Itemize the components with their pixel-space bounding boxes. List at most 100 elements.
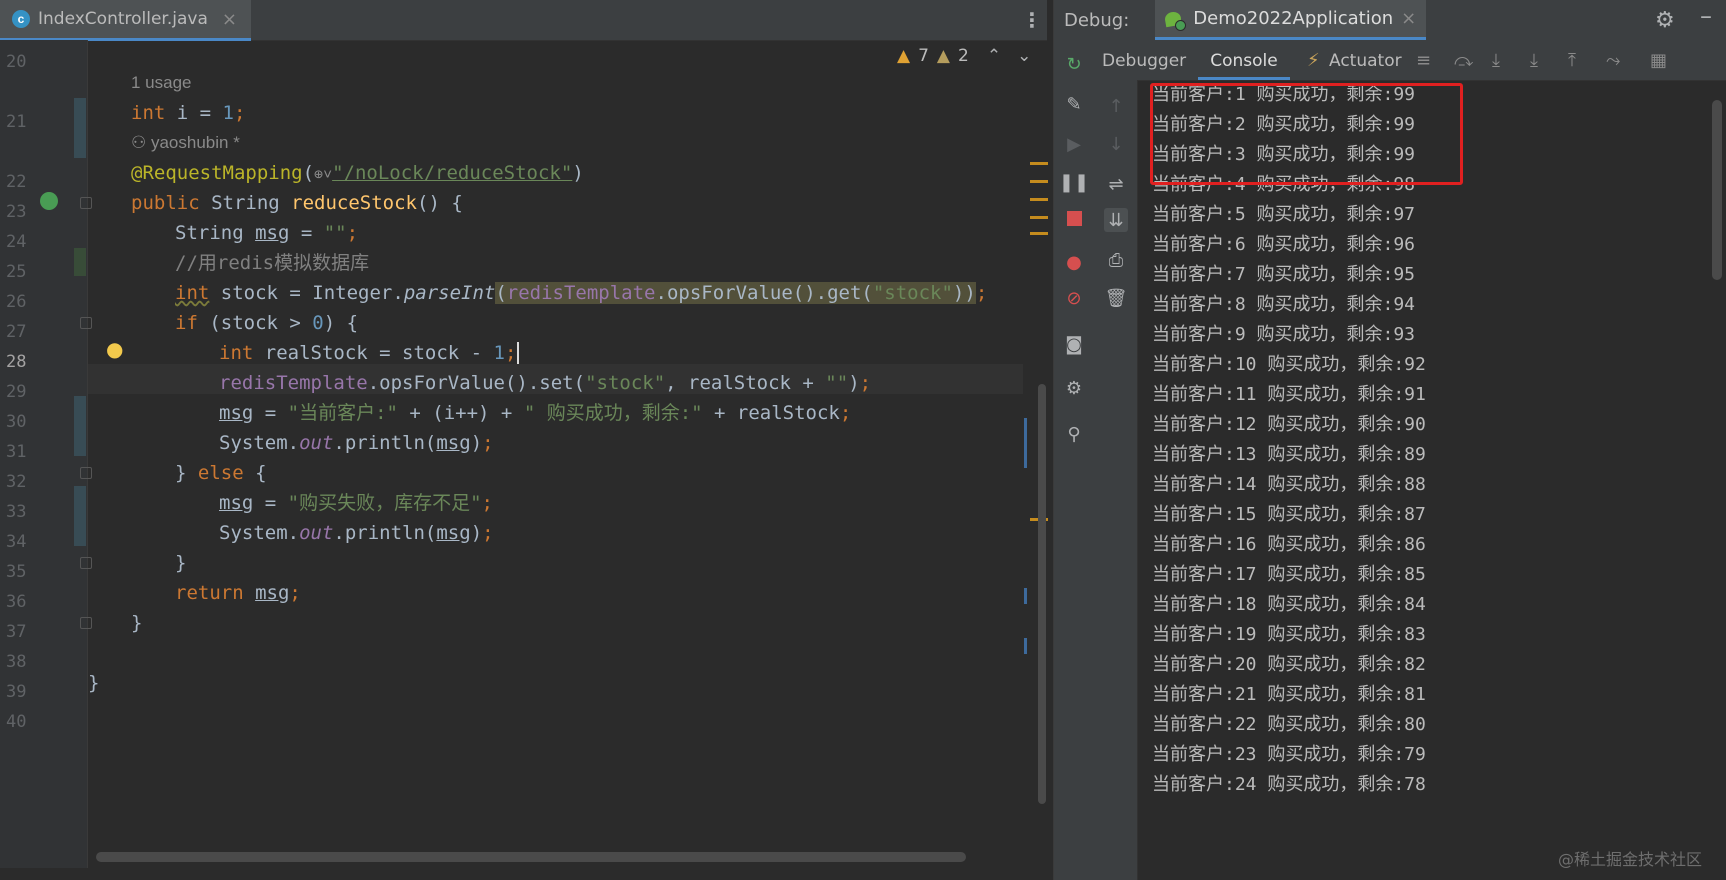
- code-area[interactable]: 1 usage int i = 1; ⚇ yaoshubin * @Reques…: [88, 40, 1023, 868]
- menu-icon[interactable]: ≡: [1416, 50, 1431, 71]
- pause-icon[interactable]: ❚❚: [1059, 170, 1089, 194]
- trash-icon[interactable]: 🗑: [1104, 286, 1128, 310]
- token: ;: [289, 582, 301, 604]
- author-hint[interactable]: ⚇ yaoshubin *: [131, 128, 240, 158]
- editor-horizontal-scrollbar[interactable]: [96, 852, 966, 862]
- token: System.: [219, 432, 300, 454]
- soft-wrap-icon[interactable]: ⇌: [1104, 172, 1128, 196]
- step-over-icon[interactable]: ⤼: [1454, 50, 1473, 71]
- line-number[interactable]: 20: [6, 52, 36, 72]
- run-to-cursor-icon[interactable]: ⤳: [1606, 50, 1620, 71]
- line-number[interactable]: 40: [6, 712, 36, 732]
- print-icon[interactable]: ⎙: [1104, 248, 1128, 272]
- line-number[interactable]: 27: [6, 322, 36, 342]
- line-number[interactable]: 30: [6, 412, 36, 432]
- vcs-added-marker[interactable]: [74, 248, 86, 276]
- more-options-icon[interactable]: ⋮: [1022, 8, 1042, 32]
- line-number[interactable]: 33: [6, 502, 36, 522]
- request-mapping-endpoint-icon[interactable]: [40, 192, 58, 210]
- console-vertical-scrollbar[interactable]: [1712, 100, 1722, 280]
- line-number[interactable]: 37: [6, 622, 36, 642]
- step-out-icon[interactable]: ⤒: [1568, 50, 1576, 71]
- line-number[interactable]: 32: [6, 472, 36, 492]
- vcs-change-marker[interactable]: [74, 486, 86, 546]
- console-line: 当前客户:16 购买成功，剩余:86: [1152, 534, 1426, 555]
- vcs-change-marker[interactable]: [74, 98, 86, 158]
- token: ;: [859, 372, 872, 394]
- code-editor[interactable]: c IndexController.java × ⋮ ● 20 21 22 23 24 2…: [0, 0, 1048, 880]
- warning-stripe[interactable]: [1030, 198, 1048, 201]
- close-tab-icon[interactable]: ×: [222, 9, 237, 30]
- console-line: 当前客户:21 购买成功，剩余:81: [1152, 684, 1426, 705]
- code-line-30: msg = "当前客户:" + (i++) + " 购买成功，剩余:" + re…: [219, 398, 851, 428]
- run-config-tab[interactable]: Demo2022Application ×: [1155, 0, 1427, 40]
- console-output[interactable]: 当前客户:1 购买成功，剩余:99 当前客户:2 购买成功，剩余:99 当前客户:3…: [1138, 80, 1708, 880]
- view-breakpoints-icon[interactable]: ●: [1062, 250, 1086, 274]
- line-number[interactable]: 29: [6, 382, 36, 402]
- line-number[interactable]: 24: [6, 232, 36, 252]
- token: , realStock +: [665, 372, 826, 394]
- scroll-to-end-icon[interactable]: ⇊: [1104, 208, 1128, 232]
- warning-stripe[interactable]: [1030, 180, 1048, 183]
- warning-stripe[interactable]: [1030, 216, 1048, 219]
- line-number[interactable]: 31: [6, 442, 36, 462]
- line-number[interactable]: 22: [6, 172, 36, 192]
- code-line-26: int stock = Integer.parseInt(redisTempla…: [175, 278, 987, 308]
- up-arrow-icon[interactable]: ↑: [1104, 94, 1128, 118]
- tab-console[interactable]: Console: [1198, 40, 1290, 80]
- globe-icon[interactable]: ⊕˅: [314, 165, 332, 183]
- token: {: [243, 462, 267, 484]
- close-run-tab-icon[interactable]: ×: [1401, 8, 1416, 29]
- console-line: 当前客户:24 购买成功，剩余:78: [1152, 774, 1426, 795]
- change-stripe[interactable]: [1024, 418, 1027, 468]
- token: String: [199, 192, 292, 214]
- resume-icon[interactable]: ▶: [1062, 132, 1086, 156]
- change-stripe[interactable]: [1024, 638, 1027, 654]
- change-stripe[interactable]: [1024, 588, 1027, 604]
- token: 0: [312, 312, 324, 334]
- mute-breakpoints-icon[interactable]: ⊘: [1062, 286, 1086, 310]
- down-arrow-icon[interactable]: ↓: [1104, 132, 1128, 156]
- stop-icon[interactable]: [1062, 206, 1086, 230]
- evaluate-expression-icon[interactable]: ▦: [1650, 50, 1667, 71]
- line-number[interactable]: 35: [6, 562, 36, 582]
- minimize-icon[interactable]: –: [1700, 2, 1712, 30]
- editor-vertical-scrollbar[interactable]: [1038, 384, 1046, 804]
- token: ): [470, 522, 483, 544]
- camera-icon[interactable]: ◙: [1062, 332, 1086, 356]
- tab-debugger[interactable]: Debugger: [1102, 40, 1186, 80]
- token: .println(: [333, 522, 437, 544]
- file-tab-indexcontroller[interactable]: c IndexController.java ×: [0, 0, 251, 41]
- rerun-icon[interactable]: ↻: [1062, 52, 1086, 76]
- token: @RequestMapping: [131, 162, 303, 184]
- line-number[interactable]: 26: [6, 292, 36, 312]
- warning-stripe[interactable]: [1030, 162, 1048, 165]
- previous-highlight-icon[interactable]: ⌃: [987, 46, 1001, 66]
- debug-actions-toolbar: ↻ ✎ ▶ ❚❚ ● ⊘ ◙ ⚙ ⚲: [1054, 40, 1095, 880]
- line-number[interactable]: 34: [6, 532, 36, 552]
- token: "": [825, 372, 849, 394]
- line-number[interactable]: 39: [6, 682, 36, 702]
- tab-actuator[interactable]: Actuator: [1329, 40, 1402, 80]
- url-link[interactable]: "/noLock/reduceStock": [332, 162, 572, 184]
- line-number[interactable]: 38: [6, 652, 36, 672]
- line-number[interactable]: 25: [6, 262, 36, 282]
- console-line: 当前客户:10 购买成功，剩余:92: [1152, 354, 1426, 375]
- gear-icon[interactable]: ⚙: [1655, 8, 1675, 33]
- console-line: 当前客户:7 购买成功，剩余:95: [1152, 264, 1416, 285]
- line-number[interactable]: 28: [6, 352, 36, 372]
- vcs-change-marker[interactable]: [74, 396, 86, 456]
- force-step-into-icon[interactable]: ⤓: [1530, 50, 1538, 71]
- line-number[interactable]: 21: [6, 112, 36, 132]
- next-highlight-icon[interactable]: ⌄: [1017, 46, 1031, 66]
- token: msg: [219, 492, 254, 514]
- inspection-widget[interactable]: ▲ 7 ▲ 2 ⌃ ⌄: [897, 46, 1031, 66]
- wrench-icon[interactable]: ✎: [1062, 92, 1086, 116]
- settings-icon[interactable]: ⚙: [1062, 376, 1086, 400]
- usage-hint[interactable]: 1 usage: [131, 68, 192, 98]
- line-number[interactable]: 23: [6, 202, 36, 222]
- step-into-icon[interactable]: ⤓: [1492, 50, 1500, 71]
- pin-icon[interactable]: ⚲: [1062, 422, 1086, 446]
- warning-stripe[interactable]: [1030, 232, 1048, 235]
- line-number[interactable]: 36: [6, 592, 36, 612]
